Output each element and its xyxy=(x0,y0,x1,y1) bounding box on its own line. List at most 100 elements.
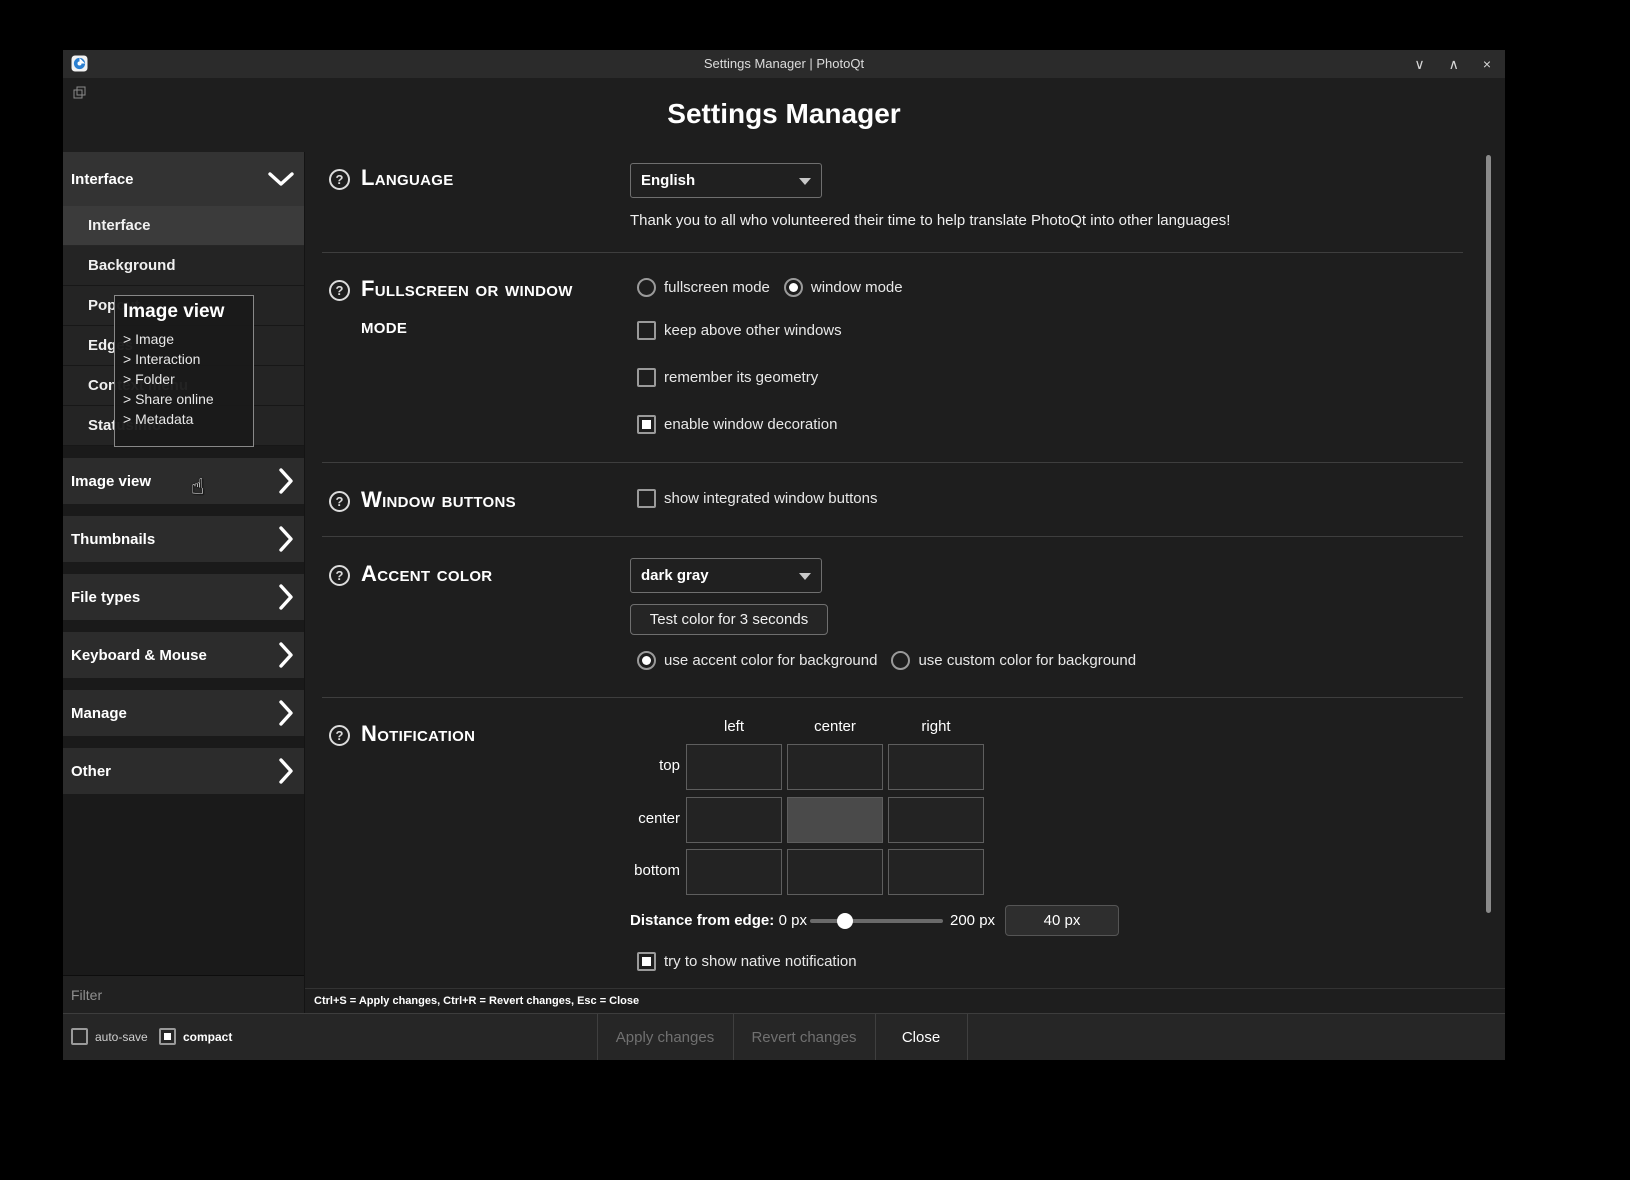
dropdown-caret-icon xyxy=(799,573,811,580)
radio-label: fullscreen mode xyxy=(664,279,770,296)
sidebar-group-label: Thumbnails xyxy=(71,531,155,548)
section-title-language: Language xyxy=(361,159,621,196)
notification-grid-cell[interactable] xyxy=(787,849,883,895)
grid-row-label-bottom: bottom xyxy=(586,862,680,879)
section-title-notification: Notification xyxy=(361,715,621,752)
shortcut-hints: Ctrl+S = Apply changes, Ctrl+R = Revert … xyxy=(305,988,1505,1013)
section-divider xyxy=(322,462,1463,463)
help-icon[interactable]: ? xyxy=(329,280,350,301)
sidebar-item-background[interactable]: Background xyxy=(63,246,304,286)
notification-grid-cell[interactable] xyxy=(787,744,883,790)
close-icon[interactable]: × xyxy=(1483,55,1491,73)
chevron-right-icon xyxy=(279,526,294,552)
distance-label: Distance from edge: xyxy=(630,912,774,929)
sidebar-group-label: Interface xyxy=(71,171,134,188)
test-color-button[interactable]: Test color for 3 seconds xyxy=(630,604,828,635)
grid-col-label-center: center xyxy=(787,718,883,735)
minimize-icon[interactable]: ∨ xyxy=(1414,55,1424,73)
checkbox-integrated-buttons[interactable]: show integrated window buttons xyxy=(637,487,877,509)
radio-icon xyxy=(784,278,803,297)
sidebar: Interface Interface Background Popout Ed… xyxy=(63,152,305,1013)
maximize-icon[interactable]: ∧ xyxy=(1449,55,1459,73)
radio-label: use custom color for background xyxy=(918,652,1136,669)
content-scrollbar[interactable] xyxy=(1486,155,1491,913)
revert-changes-button[interactable]: Revert changes xyxy=(733,1014,875,1060)
tooltip-item: > Interaction xyxy=(123,349,245,369)
chevron-right-icon xyxy=(279,700,294,726)
sidebar-item-label: Background xyxy=(88,257,176,274)
tooltip-item: > Image xyxy=(123,329,245,349)
tooltip-title: Image view xyxy=(123,301,245,323)
sidebar-group-file-types[interactable]: File types xyxy=(63,574,304,620)
accent-color-value: dark gray xyxy=(641,567,709,584)
notification-grid-cell[interactable] xyxy=(686,797,782,843)
sidebar-group-thumbnails[interactable]: Thumbnails xyxy=(63,516,304,562)
sidebar-group-manage[interactable]: Manage xyxy=(63,690,304,736)
checkbox-auto-save[interactable]: auto-save xyxy=(71,1028,148,1045)
filter-input[interactable]: Filter xyxy=(63,975,304,1013)
notification-grid-cell[interactable] xyxy=(888,797,984,843)
sidebar-item-interface[interactable]: Interface xyxy=(63,206,304,246)
revert-changes-label: Revert changes xyxy=(751,1029,856,1046)
language-note: Thank you to all who volunteered their t… xyxy=(630,212,1230,229)
radio-fullscreen-mode[interactable]: fullscreen mode xyxy=(637,276,770,298)
section-title-mode: Fullscreen or window mode xyxy=(361,270,621,344)
distance-value: 40 px xyxy=(1044,912,1081,929)
image-view-tooltip: Image view > Image > Interaction > Folde… xyxy=(114,295,254,447)
tooltip-item: > Metadata xyxy=(123,409,245,429)
distance-slider[interactable] xyxy=(810,919,943,923)
checkbox-label: enable window decoration xyxy=(664,416,837,433)
checkbox-label: try to show native notification xyxy=(664,953,857,970)
bottom-bar: auto-save compact Apply changes Revert c… xyxy=(63,1013,1505,1060)
help-icon[interactable]: ? xyxy=(329,491,350,512)
distance-value-box[interactable]: 40 px xyxy=(1005,905,1119,936)
radio-window-mode[interactable]: window mode xyxy=(784,276,903,298)
checkbox-compact[interactable]: compact xyxy=(159,1028,232,1045)
notification-grid-cell[interactable] xyxy=(686,744,782,790)
sidebar-group-label: Image view xyxy=(71,473,151,490)
grid-row-label-top: top xyxy=(586,757,680,774)
notification-grid-cell[interactable] xyxy=(888,744,984,790)
close-button-label: Close xyxy=(902,1029,940,1046)
section-title-window-buttons: Window buttons xyxy=(361,481,621,518)
checkbox-label: auto-save xyxy=(95,1030,148,1044)
checkbox-icon xyxy=(637,952,656,971)
checkbox-label: remember its geometry xyxy=(664,369,818,386)
settings-content: ? Language English Thank you to all who … xyxy=(305,152,1505,1013)
notification-grid-cell[interactable] xyxy=(888,849,984,895)
titlebar: Settings Manager | PhotoQt ∨ ∧ × xyxy=(63,50,1505,78)
sidebar-group-label: Other xyxy=(71,763,111,780)
dropdown-caret-icon xyxy=(799,178,811,185)
checkbox-label: compact xyxy=(183,1030,232,1044)
sidebar-group-label: File types xyxy=(71,589,140,606)
checkbox-keep-above[interactable]: keep above other windows xyxy=(637,319,842,341)
sidebar-group-keyboard-mouse[interactable]: Keyboard & Mouse xyxy=(63,632,304,678)
checkbox-remember-geometry[interactable]: remember its geometry xyxy=(637,366,818,388)
window-title: Settings Manager | PhotoQt xyxy=(63,56,1505,71)
radio-icon xyxy=(637,651,656,670)
distance-slider-handle[interactable] xyxy=(837,913,853,929)
sidebar-group-label: Manage xyxy=(71,705,127,722)
checkbox-native-notification[interactable]: try to show native notification xyxy=(637,950,857,972)
sidebar-group-interface[interactable]: Interface xyxy=(63,152,304,206)
section-divider xyxy=(322,536,1463,537)
distance-min: 0 px xyxy=(760,912,807,929)
checkbox-icon xyxy=(159,1028,176,1045)
radio-custom-background[interactable]: use custom color for background xyxy=(891,649,1136,671)
radio-accent-background[interactable]: use accent color for background xyxy=(637,649,877,671)
sidebar-group-image-view[interactable]: Image view xyxy=(63,458,304,504)
notification-grid-cell[interactable] xyxy=(787,797,883,843)
sidebar-group-other[interactable]: Other xyxy=(63,748,304,794)
radio-label: use accent color for background xyxy=(664,652,877,669)
help-icon[interactable]: ? xyxy=(329,565,350,586)
notification-grid-cell[interactable] xyxy=(686,849,782,895)
help-icon[interactable]: ? xyxy=(329,169,350,190)
checkbox-window-decoration[interactable]: enable window decoration xyxy=(637,413,837,435)
tooltip-item: > Share online xyxy=(123,389,245,409)
close-button[interactable]: Close xyxy=(875,1014,967,1060)
help-icon[interactable]: ? xyxy=(329,725,350,746)
apply-changes-button[interactable]: Apply changes xyxy=(597,1014,733,1060)
accent-color-dropdown[interactable]: dark gray xyxy=(630,558,822,593)
grid-col-label-right: right xyxy=(888,718,984,735)
language-dropdown[interactable]: English xyxy=(630,163,822,198)
